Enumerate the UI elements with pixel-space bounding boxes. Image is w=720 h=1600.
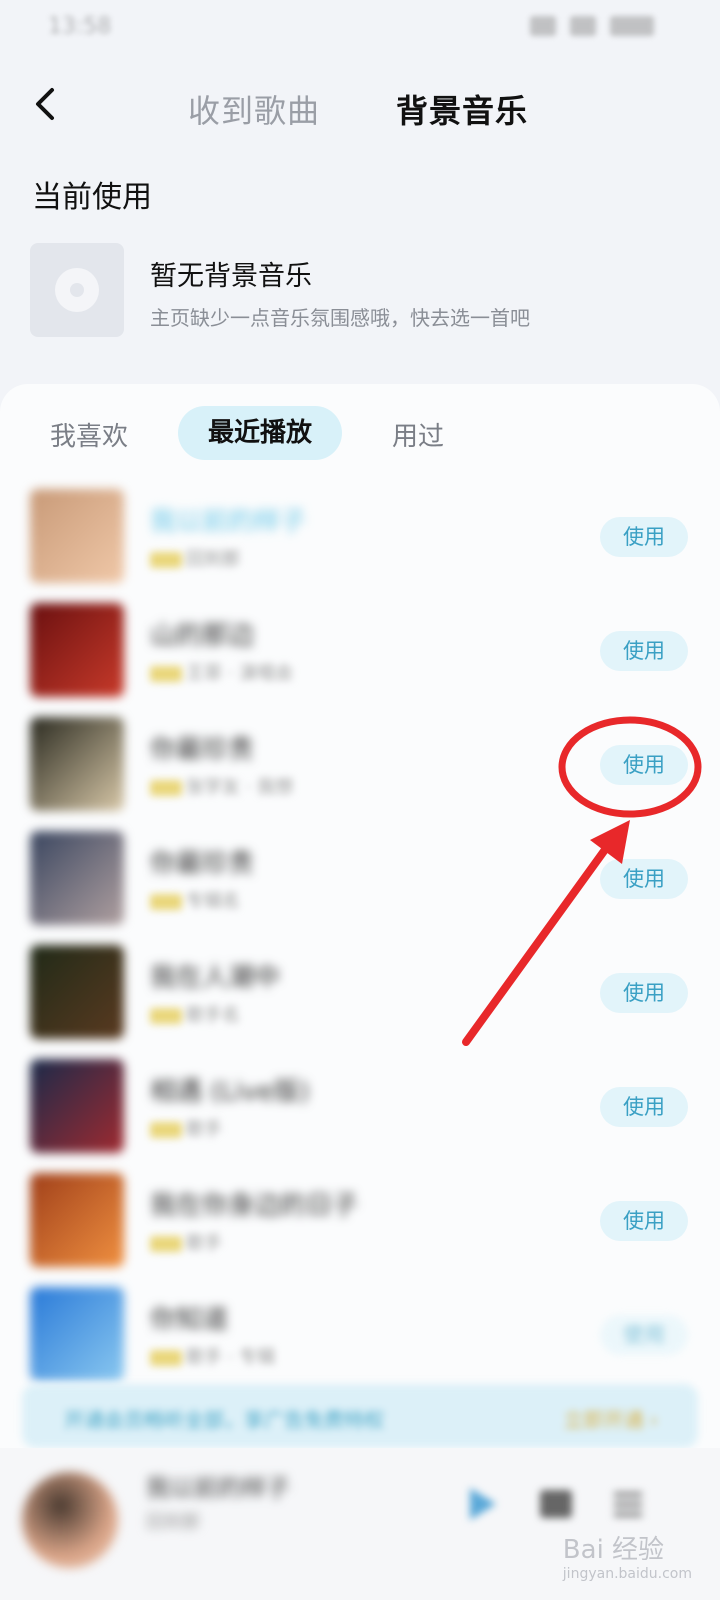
tab-received-songs[interactable]: 收到歌曲 — [188, 86, 320, 132]
song-cover[interactable] — [30, 717, 124, 811]
playlist-icon[interactable] — [536, 1484, 576, 1524]
watermark-brand: Bai 经验 — [562, 1535, 665, 1565]
promo-link[interactable]: 立即开通 › — [564, 1404, 658, 1433]
song-title: 我以前的样子 — [150, 507, 307, 537]
status-time: 13:58 — [48, 14, 112, 39]
vip-tag — [150, 1008, 182, 1024]
status-icons — [530, 16, 670, 38]
song-title: 山的那边 — [150, 621, 255, 651]
vip-tag — [150, 894, 182, 910]
current-music-description: 主页缺少一点音乐氛围感哦，快去选一首吧 — [150, 306, 530, 330]
song-meta-text: 歌手名 — [186, 1005, 240, 1026]
song-row[interactable]: 我在你身边的日子歌手 使用 — [0, 1171, 720, 1271]
use-button[interactable]: 使用 — [600, 745, 688, 785]
song-row[interactable]: 你知道歌手 · 专辑 使用 — [0, 1285, 720, 1385]
watermark: Bai 经验 jingyan.baidu.com — [563, 1529, 692, 1582]
song-meta: 歌手 · 专辑 — [150, 1343, 275, 1369]
song-meta: 王菲 · 演唱会 — [150, 659, 293, 685]
song-title: 我在人潮中 — [150, 963, 281, 993]
watermark-url: jingyan.baidu.com — [562, 1566, 692, 1582]
song-meta: 歌手 — [150, 1115, 222, 1141]
use-button[interactable]: 使用 — [600, 859, 688, 899]
use-button[interactable]: 使用 — [600, 1315, 688, 1355]
menu-icon[interactable] — [608, 1484, 648, 1524]
song-row[interactable]: 山的那边王菲 · 演唱会 使用 — [0, 601, 720, 701]
song-meta-text: 歌手 — [186, 1233, 222, 1254]
song-title: 你最珍贵 — [150, 849, 255, 879]
filter-tab-liked[interactable]: 我喜欢 — [50, 416, 128, 453]
chevron-left-icon — [36, 88, 54, 120]
status-bar: 13:58 — [0, 0, 720, 60]
song-meta: 回到那 — [150, 545, 240, 571]
song-title: 你知道 — [150, 1305, 229, 1335]
song-meta: 歌手 — [150, 1229, 222, 1255]
song-meta-text: 回到那 — [186, 549, 240, 570]
disc-icon — [55, 268, 99, 312]
song-meta-text: 王菲 · 演唱会 — [186, 663, 294, 684]
song-meta: 张学友 · 我想 — [150, 773, 293, 799]
vip-tag — [150, 1236, 182, 1252]
song-cover[interactable] — [30, 489, 124, 583]
use-button[interactable]: 使用 — [600, 1201, 688, 1241]
promo-text: 开通会员畅听全部，享广告免费特权 — [64, 1408, 384, 1432]
now-playing-artist: 回到那 — [146, 1512, 200, 1533]
song-meta: 歌手名 — [150, 1001, 240, 1027]
song-meta-text: 专辑名 — [186, 891, 240, 912]
song-meta-text: 歌手 — [186, 1119, 222, 1140]
play-icon[interactable] — [462, 1484, 502, 1524]
vip-tag — [150, 780, 182, 796]
tab-background-music[interactable]: 背景音乐 — [396, 86, 528, 132]
song-cover[interactable] — [30, 945, 124, 1039]
song-meta: 专辑名 — [150, 887, 240, 913]
song-title: 我在你身边的日子 — [150, 1191, 359, 1221]
song-meta-text: 张学友 · 我想 — [186, 777, 294, 798]
use-button[interactable]: 使用 — [600, 631, 688, 671]
use-button[interactable]: 使用 — [600, 517, 688, 557]
song-cover[interactable] — [30, 603, 124, 697]
use-button[interactable]: 使用 — [600, 1087, 688, 1127]
vip-tag — [150, 1122, 182, 1138]
now-playing-title: 我以前的样子 — [146, 1474, 290, 1502]
song-row[interactable]: 我在人潮中歌手名 使用 — [0, 943, 720, 1043]
song-row[interactable]: 相遇 (Live版) 歌手 使用 — [0, 1057, 720, 1157]
song-row[interactable]: 我以前的样子回到那 使用 — [0, 487, 720, 587]
song-cover[interactable] — [30, 831, 124, 925]
section-title-current: 当前使用 — [32, 180, 152, 215]
song-cover[interactable] — [30, 1287, 124, 1381]
filter-tab-recent[interactable]: 最近播放 — [178, 406, 342, 460]
song-row[interactable]: 你最珍贵张学友 · 我想 使用 — [0, 715, 720, 815]
song-cover[interactable] — [30, 1059, 124, 1153]
current-music-cover — [30, 243, 124, 337]
vip-tag — [150, 552, 182, 568]
song-row[interactable]: 你最珍贵专辑名 使用 — [0, 829, 720, 929]
song-title: 相遇 (Live版) — [150, 1077, 310, 1107]
vip-tag — [150, 1350, 182, 1366]
current-music-name: 暂无背景音乐 — [150, 261, 312, 292]
back-button[interactable] — [28, 84, 68, 124]
use-button[interactable]: 使用 — [600, 973, 688, 1013]
now-playing-cover[interactable] — [22, 1472, 118, 1568]
promo-banner[interactable]: 开通会员畅听全部，享广告免费特权 立即开通 › — [22, 1384, 698, 1448]
song-cover[interactable] — [30, 1173, 124, 1267]
song-title: 你最珍贵 — [150, 735, 255, 765]
song-meta-text: 歌手 · 专辑 — [186, 1347, 276, 1368]
vip-tag — [150, 666, 182, 682]
filter-tab-used[interactable]: 用过 — [392, 416, 444, 453]
